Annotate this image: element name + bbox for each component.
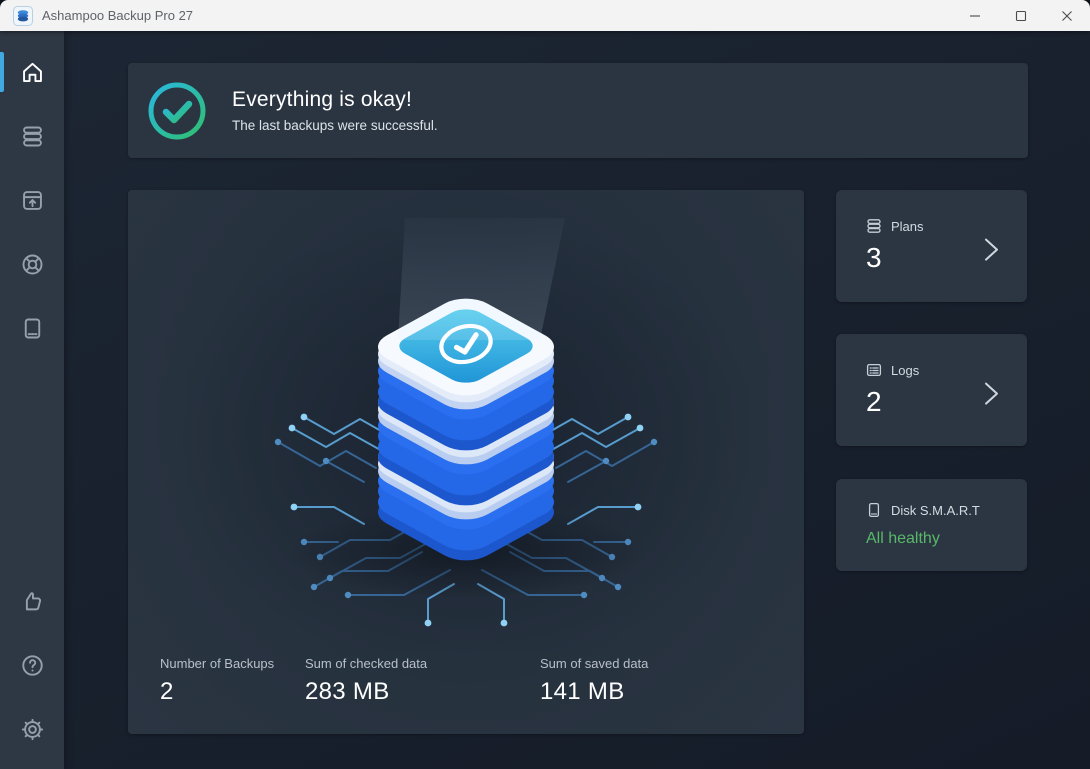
stat-label: Number of Backups	[160, 656, 274, 671]
minimize-button[interactable]	[952, 0, 998, 31]
sidebar-item-restore[interactable]	[0, 168, 64, 232]
close-button[interactable]	[1044, 0, 1090, 31]
home-icon	[19, 59, 46, 86]
settings-gear-icon	[19, 716, 46, 743]
sidebar-item-backup-plans[interactable]	[0, 104, 64, 168]
sidebar-item-settings[interactable]	[0, 697, 64, 761]
window-controls	[952, 0, 1090, 31]
minimize-icon	[969, 10, 981, 22]
server-stack-illustration	[128, 190, 804, 652]
check-circle-icon	[147, 81, 207, 141]
sidebar-item-feedback[interactable]	[0, 569, 64, 633]
card-value: 3	[866, 242, 1027, 274]
chevron-right-icon	[981, 379, 1001, 409]
overview-panel: Number of Backups 2 Sum of checked data …	[128, 190, 804, 734]
sidebar-item-disk[interactable]	[0, 296, 64, 360]
chevron-right-icon	[981, 235, 1001, 265]
titlebar: Ashampoo Backup Pro 27	[0, 0, 1090, 31]
stat-saved-data: Sum of saved data 141 MB	[540, 656, 648, 706]
maximize-button[interactable]	[998, 0, 1044, 31]
card-label: Logs	[891, 363, 919, 378]
stat-label: Sum of saved data	[540, 656, 648, 671]
close-icon	[1061, 10, 1073, 22]
sidebar-item-help[interactable]	[0, 633, 64, 697]
disk-icon	[19, 315, 46, 342]
stat-checked-data: Sum of checked data 283 MB	[305, 656, 427, 706]
sidebar-item-home[interactable]	[0, 40, 64, 104]
banner-title: Everything is okay!	[232, 88, 438, 112]
disk-smart-card[interactable]: Disk S.M.A.R.T All healthy	[836, 479, 1027, 571]
app-logo-icon	[13, 6, 33, 26]
card-value: 2	[866, 386, 1027, 418]
restore-box-icon	[19, 187, 46, 214]
app-title: Ashampoo Backup Pro 27	[42, 8, 193, 23]
backup-plans-icon	[19, 123, 46, 150]
rescue-lifebuoy-icon	[19, 251, 46, 278]
stat-value: 2	[160, 678, 274, 706]
banner-subtitle: The last backups were successful.	[232, 118, 438, 133]
stat-value: 283 MB	[305, 678, 427, 706]
maximize-icon	[1015, 10, 1027, 22]
stat-value: 141 MB	[540, 678, 648, 706]
logs-card[interactable]: Logs 2	[836, 334, 1027, 446]
disk-smart-icon	[866, 502, 882, 518]
stat-number-of-backups: Number of Backups 2	[160, 656, 274, 706]
status-banner: Everything is okay! The last backups wer…	[128, 63, 1028, 158]
disk-health-status: All healthy	[866, 530, 1027, 548]
thumbs-up-icon	[19, 588, 46, 615]
light-beam	[398, 218, 565, 340]
plans-card[interactable]: Plans 3	[836, 190, 1027, 302]
plans-icon	[866, 218, 882, 234]
active-indicator	[0, 52, 4, 92]
card-label: Disk S.M.A.R.T	[891, 503, 980, 518]
help-icon	[19, 652, 46, 679]
sidebar-item-rescue[interactable]	[0, 232, 64, 296]
logs-icon	[866, 362, 882, 378]
sidebar-nav	[0, 31, 64, 769]
stat-label: Sum of checked data	[305, 656, 427, 671]
card-label: Plans	[891, 219, 924, 234]
app-window: Ashampoo Backup Pro 27	[0, 0, 1090, 769]
